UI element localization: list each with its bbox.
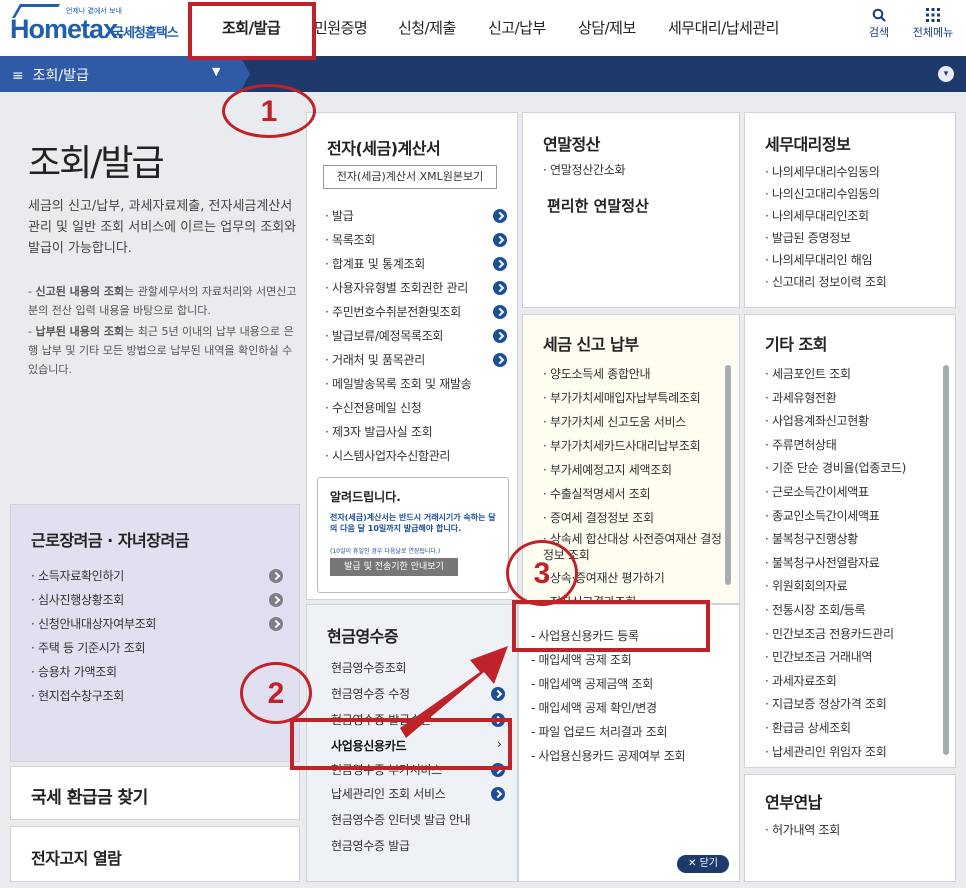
annotation-arrow <box>400 646 508 738</box>
annotation-arrow-shape <box>400 646 508 738</box>
